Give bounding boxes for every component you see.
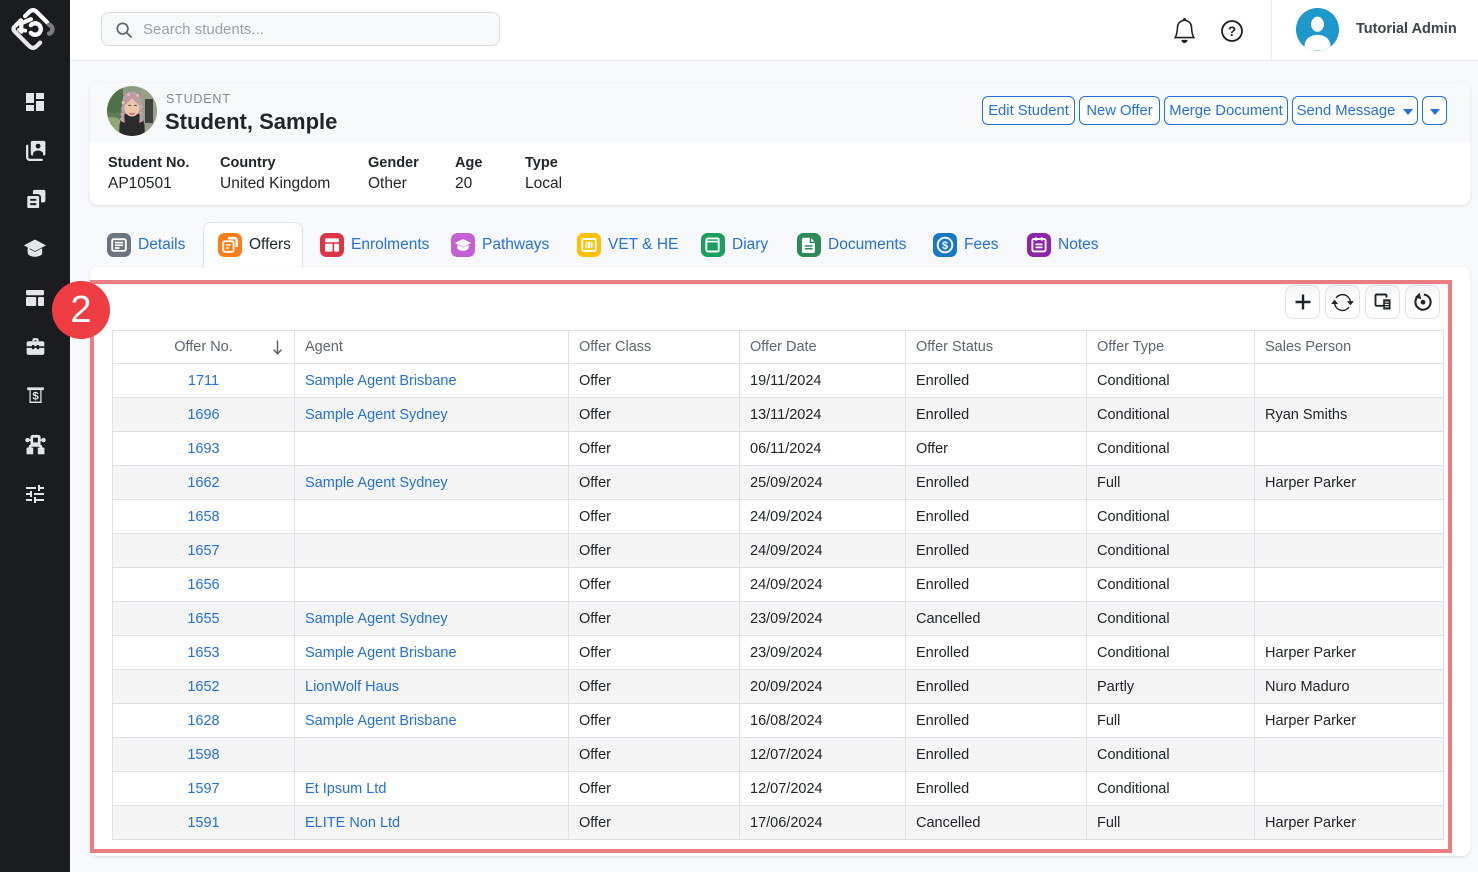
- svg-text:$: $: [32, 390, 39, 402]
- svg-text:$: $: [942, 240, 948, 252]
- svg-text:?: ?: [1228, 24, 1236, 39]
